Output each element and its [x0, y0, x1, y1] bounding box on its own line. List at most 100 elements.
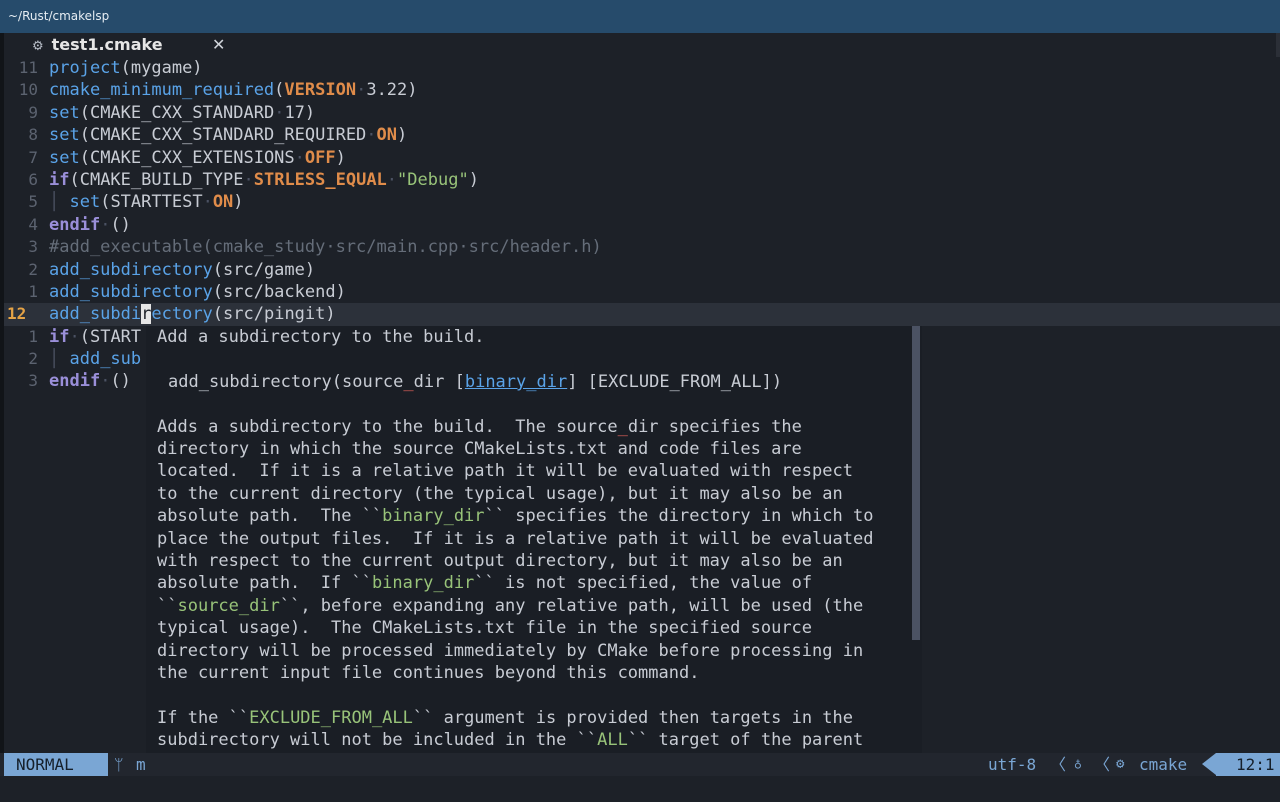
hover-text: `` target of the parent [627, 730, 864, 751]
linux-icon: ♁ [1074, 757, 1082, 772]
code-line[interactable]: 3 #add_executable(cmake_study·src/main.cp… [4, 236, 1280, 258]
hover-text: the current input file continues beyond … [157, 663, 700, 683]
hover-text-line: Adds a subdirectory to the build. The so… [157, 416, 802, 438]
text-cursor: r [141, 304, 152, 325]
code-text: │ set(STARTTEST·ON) [49, 191, 244, 213]
hover-text: typical usage). The CMakeLists.txt file … [157, 618, 813, 639]
hover-text-line: If the ``EXCLUDE_FROM_ALL`` argument is … [157, 707, 853, 729]
line-number: 7 [28, 147, 38, 167]
hover-text: to the current directory (the typical us… [157, 483, 843, 504]
code-line[interactable]: 1 add_subdirectory(src/backend) [4, 281, 1280, 303]
code-token: STRLESS_EQUAL [253, 169, 387, 190]
code-line[interactable]: 4 endif·() [4, 214, 1280, 236]
hover-text-line: the current input file continues beyond … [157, 662, 699, 684]
position-separator [1202, 753, 1216, 775]
code-token: ON [376, 125, 398, 146]
hover-text: _ [617, 416, 628, 437]
hover-text-line: directory in which the source CMakeLists… [157, 438, 802, 460]
hover-text: place the output files. If it is a relat… [157, 528, 874, 549]
code-token: (src/game) [212, 259, 316, 280]
hover-documentation-popup[interactable]: Add a subdirectory to the build. add_sub… [146, 326, 922, 776]
hover-text-line: to the current directory (the typical us… [157, 483, 843, 505]
hover-text: with respect to the current output direc… [157, 551, 843, 571]
line-number: 5 [28, 192, 38, 212]
hover-text-line: ``source_dir``, before expanding any rel… [157, 595, 863, 617]
hover-text-line: subdirectory will not be included in the… [157, 729, 863, 751]
close-icon[interactable]: ✕ [212, 33, 225, 57]
code-line[interactable]: 10 cmake_minimum_required(VERSION·3.22) [4, 79, 1280, 101]
hover-text-line: with respect to the current output direc… [157, 550, 843, 572]
code-text: │ add_sub [49, 348, 141, 370]
code-token: (START [79, 326, 142, 347]
code-text: endif·() [49, 370, 131, 392]
code-token: "Debug" [397, 169, 469, 190]
code-token: VERSION [284, 80, 357, 101]
code-token: add_subdirectory [49, 259, 213, 280]
code-line[interactable]: 6 if(CMAKE_BUILD_TYPE·STRLESS_EQUAL·"Debu… [4, 169, 1280, 191]
code-token: 17) [284, 102, 316, 123]
hover-text: Adds a subdirectory to the build. The so… [157, 416, 618, 437]
code-line[interactable]: 7 set(CMAKE_CXX_EXTENSIONS·OFF) [4, 147, 1280, 169]
signature-pre: add_subdirectory(source [168, 371, 404, 392]
line-number: 12 [7, 304, 27, 324]
line-number: 9 [28, 102, 38, 122]
window-title: ~/Rust/cmakelsp [0, 0, 1280, 33]
hover-text-line: typical usage). The CMakeLists.txt file … [157, 617, 812, 639]
status-separator: 〈 [1050, 755, 1067, 774]
current-line[interactable]: 12 add_subdirectory(src/pingit) [4, 303, 1280, 326]
line-number: 2 [28, 259, 38, 279]
hover-text-line: absolute path. If ``binary_dir`` is not … [157, 572, 812, 594]
code-text: #add_executable(cmake_study·src/main.cpp… [49, 236, 602, 258]
hover-text: If the `` [157, 708, 250, 728]
code-token: · [243, 169, 254, 190]
code-line[interactable]: 8 set(CMAKE_CXX_STANDARD_REQUIRED·ON) [4, 124, 1280, 146]
hover-text-line: located. If it is a relative path it wil… [157, 460, 853, 482]
line-number: 10 [18, 80, 38, 100]
command-line[interactable] [0, 776, 1280, 802]
hover-text: directory will be processed immediately … [157, 640, 864, 661]
code-token: endif [49, 214, 101, 235]
binary-dir-link[interactable]: binary_dir [465, 372, 567, 392]
hover-text: absolute path. If `` [157, 573, 372, 594]
code-line[interactable]: 5 │ set(STARTTEST·ON) [4, 191, 1280, 213]
code-line[interactable]: 11 project(mygame) [4, 57, 1280, 79]
branch-icon: ᛘ [114, 755, 124, 774]
branch-name: m [136, 755, 146, 774]
code-text: set(CMAKE_CXX_STANDARD_REQUIRED·ON) [49, 124, 407, 146]
code-line[interactable]: 2 add_subdirectory(src/game) [4, 259, 1280, 281]
code-token: ) [233, 192, 244, 213]
code-token: ) [397, 125, 408, 146]
hover-text: `` is not specified, the value of [474, 573, 813, 594]
mode-indicator: NORMAL [4, 753, 108, 776]
code-token: (src/pingit) [212, 304, 336, 325]
code-token: (CMAKE_CXX_STANDARD_REQUIRED [79, 125, 367, 146]
code-token: add_subdi [49, 304, 142, 325]
hover-scrollbar[interactable] [912, 326, 920, 640]
code-token: · [69, 326, 80, 347]
code-text: add_subdirectory(src/pingit) [49, 303, 336, 325]
tabline: ⚙ test1.cmake ✕ [4, 33, 1280, 57]
line-number: 3 [28, 237, 38, 257]
code-token: set [49, 102, 80, 123]
hover-text: `` [157, 595, 178, 616]
statusline: NORMAL ᛘ m utf-8 〈 ♁ 〈 ⚙ cmake 12:1 [0, 753, 1280, 776]
code-token: · [294, 147, 305, 168]
code-text: if(CMAKE_BUILD_TYPE·STRLESS_EQUAL·"Debug… [49, 169, 479, 191]
code-line[interactable]: 9 set(CMAKE_CXX_STANDARD·17) [4, 102, 1280, 124]
filetype: cmake [1139, 755, 1188, 774]
hover-text-line: place the output files. If it is a relat… [157, 528, 873, 550]
code-token: (STARTTEST [100, 192, 203, 213]
code-token: add_sub [69, 349, 142, 370]
tab-test1-cmake[interactable]: ⚙ test1.cmake ✕ [32, 33, 252, 57]
code-token: ON [212, 192, 234, 213]
code-text: set(CMAKE_CXX_STANDARD·17) [49, 102, 315, 124]
code-token: if [49, 326, 70, 347]
code-token: · [356, 80, 367, 101]
line-number: 1 [28, 281, 38, 301]
code-text: add_subdirectory(src/backend) [49, 281, 346, 303]
code-token: ( [274, 80, 285, 101]
hover-text: subdirectory will not be included in the… [157, 730, 598, 751]
code-token: set [49, 125, 80, 146]
line-number: 8 [28, 125, 38, 145]
code-token: · [202, 192, 213, 213]
